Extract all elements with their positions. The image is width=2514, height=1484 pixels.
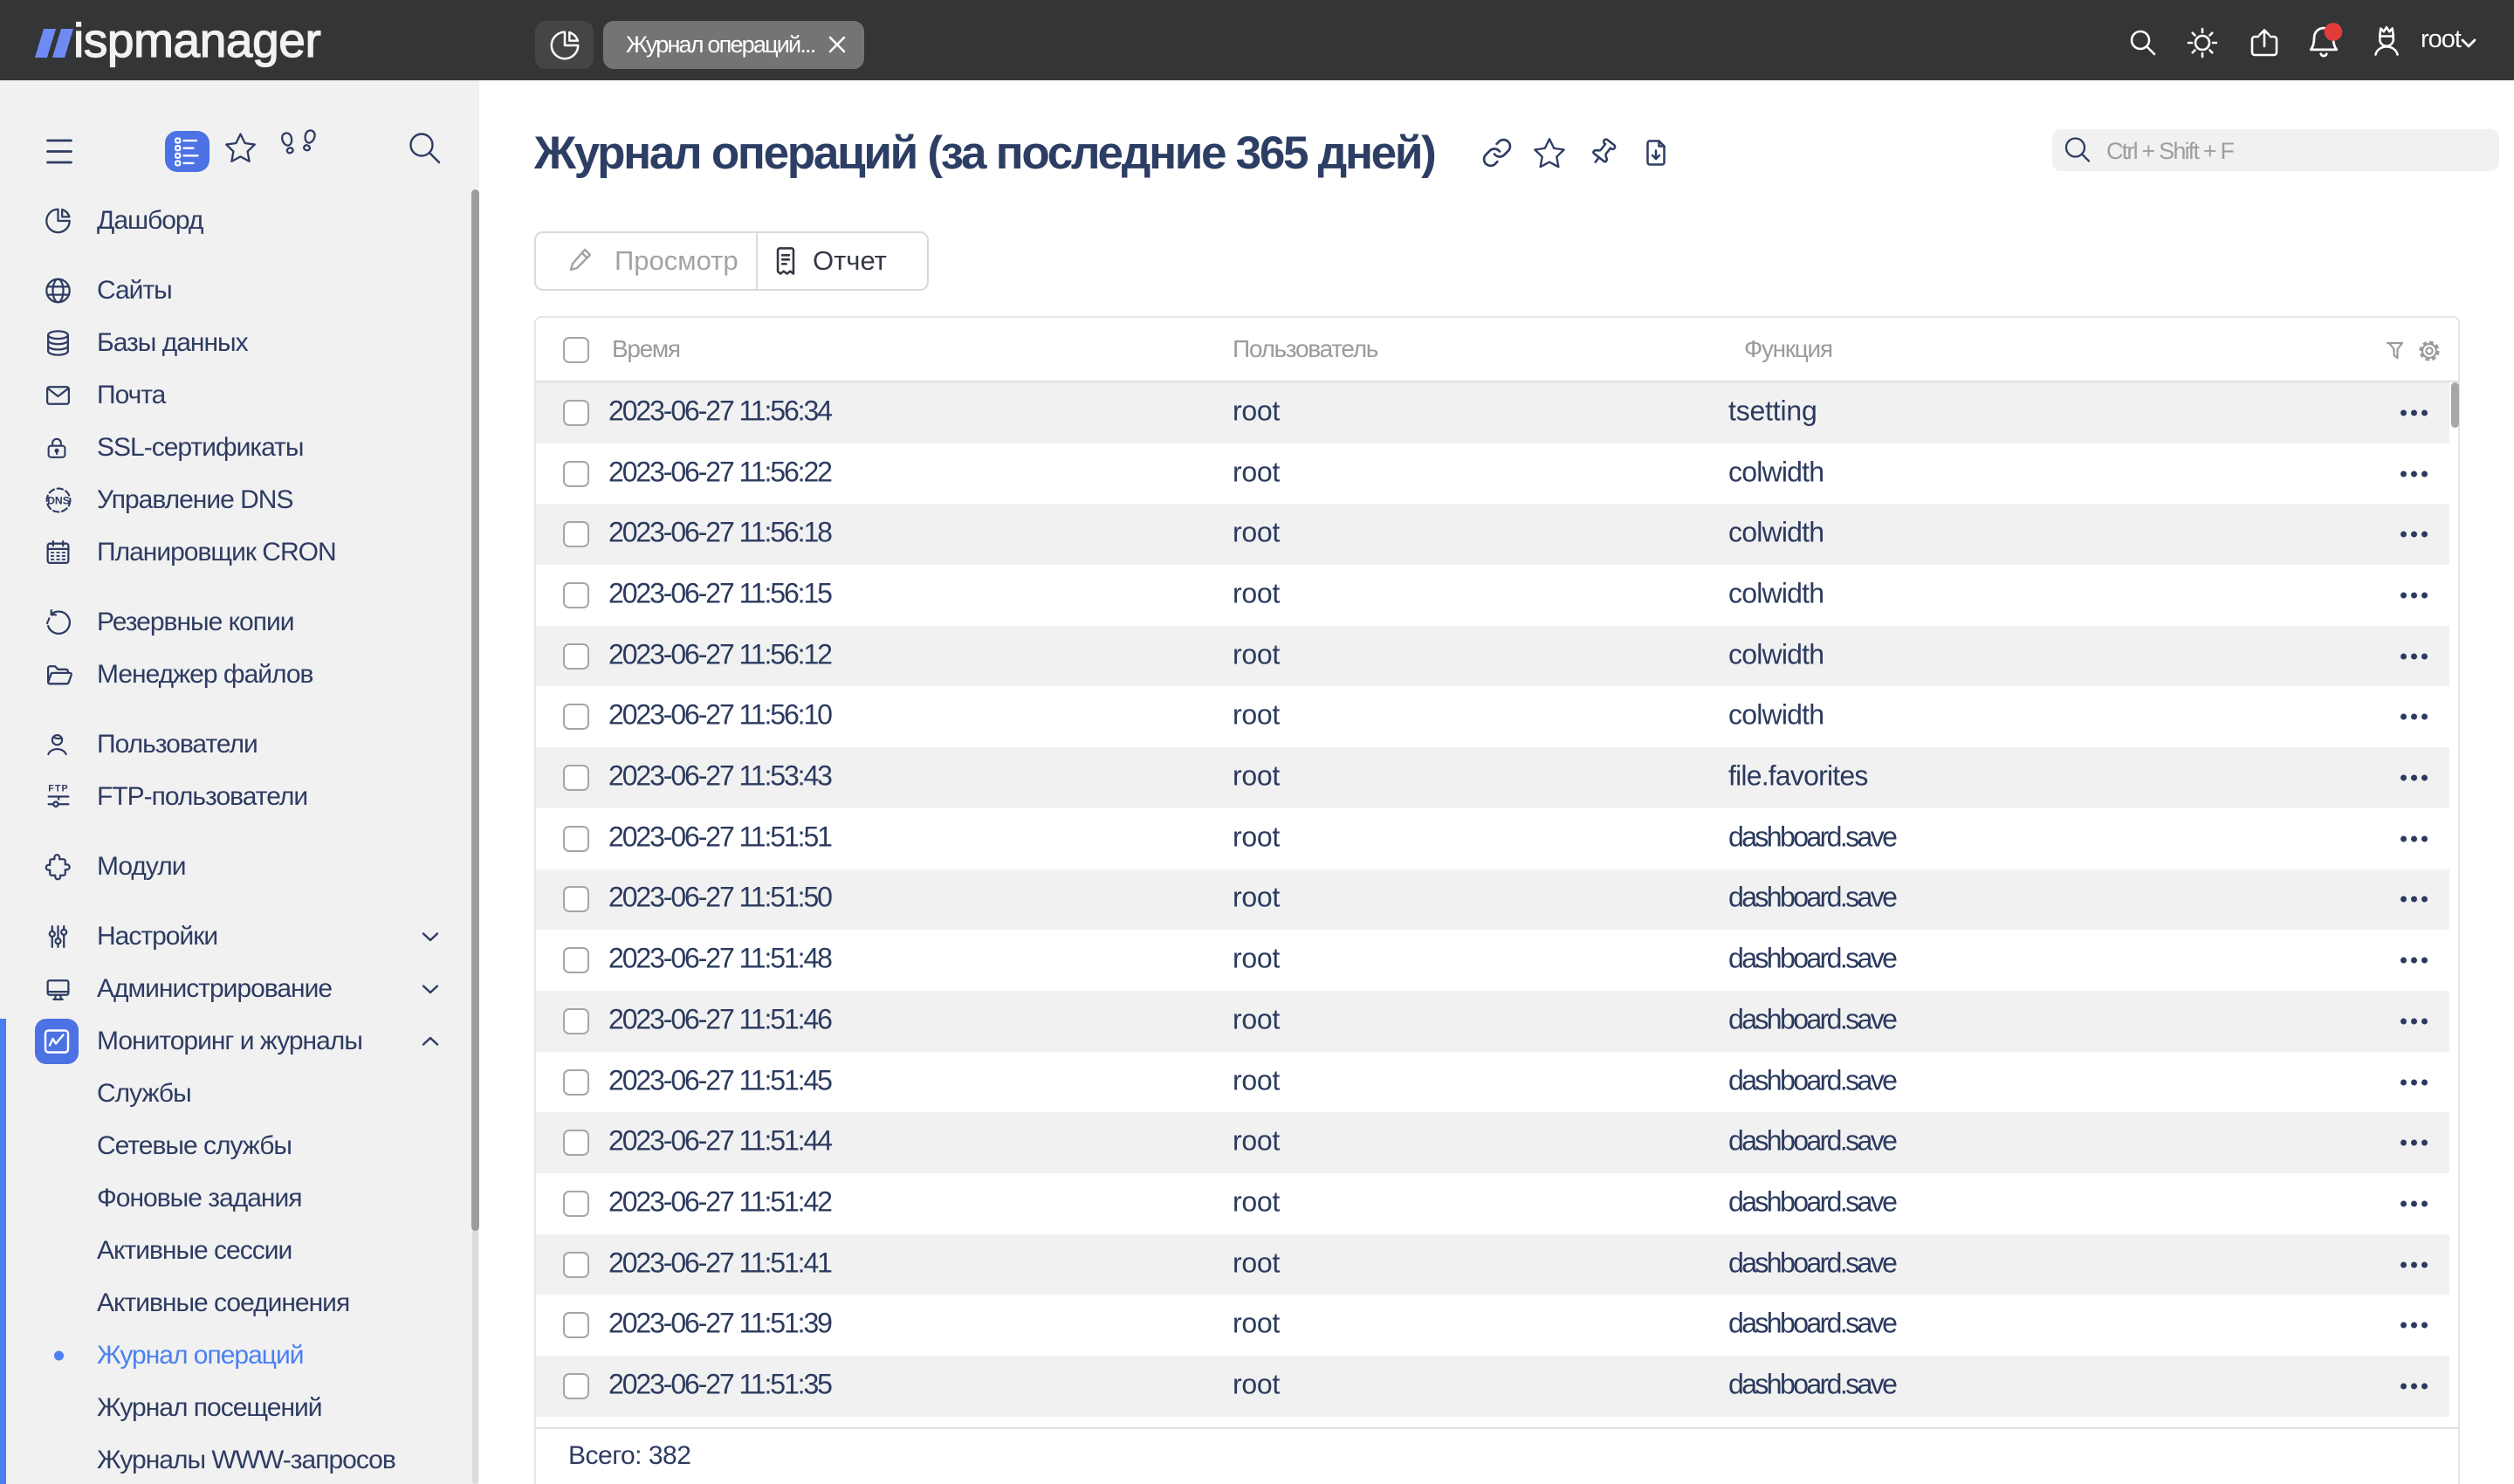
svg-text:FTP: FTP (48, 783, 69, 794)
svg-text:DNS: DNS (47, 494, 70, 506)
